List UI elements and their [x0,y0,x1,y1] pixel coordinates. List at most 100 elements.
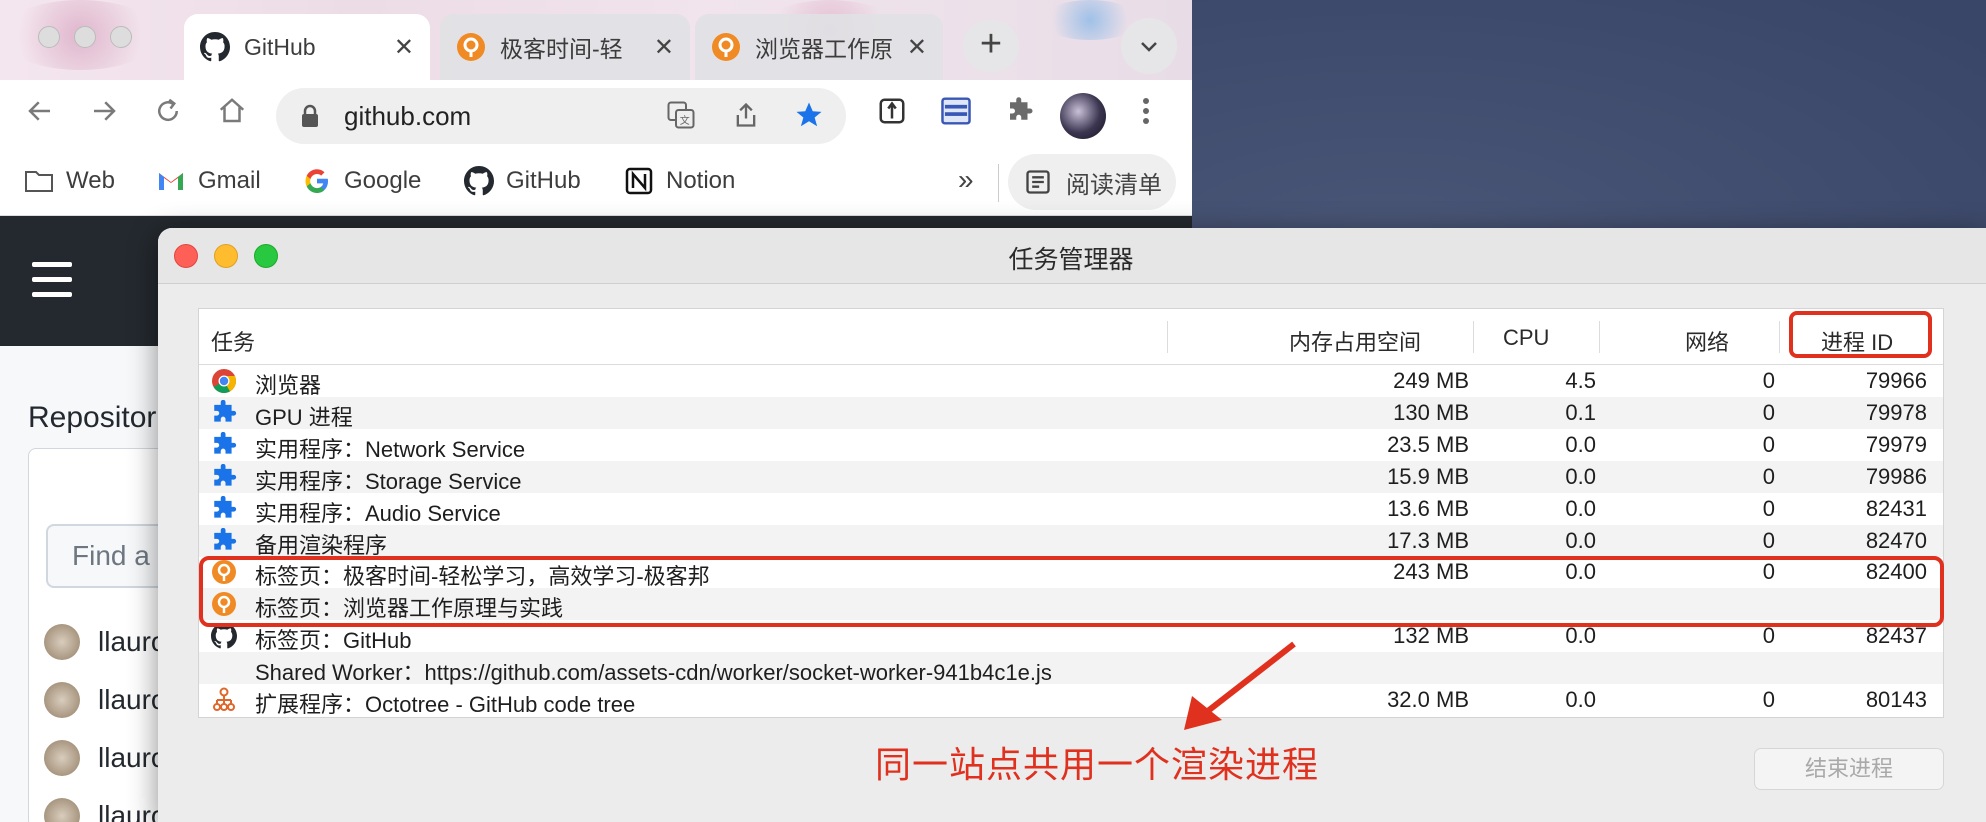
bookmark-google[interactable]: Google [302,166,421,196]
forward-button[interactable] [84,96,124,136]
repository-list-item[interactable]: llauro [44,624,166,660]
extension-reader-icon[interactable] [936,96,976,136]
table-row[interactable]: 备用渲染程序 17.3 MB 0.0 0 82470 [199,524,1943,558]
bookmarks-overflow-button[interactable]: » [958,164,974,196]
reading-list-label: 阅读清单 [1066,171,1162,199]
window-minimize-light[interactable] [74,26,96,48]
repository-owner: llauro [98,626,167,657]
repository-owner: llauro [98,684,167,715]
geektime-icon [457,33,485,61]
table-header: 任务 内存占用空间 CPU 网络 进程 ID [199,309,1943,365]
tab-close-icon[interactable]: ✕ [654,33,674,62]
puzzle-icon [211,431,237,458]
tab-geektime[interactable]: 极客时间-轻 ✕ [440,14,690,80]
network-usage: 0 [1762,368,1775,393]
tab-label: GitHub [244,33,316,60]
repository-list-item[interactable]: llauro [44,798,166,822]
task-name: Shared Worker：https://github.com/assets-… [255,660,1052,686]
table-row[interactable]: 实用程序：Storage Service 15.9 MB 0.0 0 79986 [199,460,1943,494]
bookmarks-bar: Web Gmail Google GitHub Notion » 阅读清单 [0,150,1192,216]
tab-close-icon[interactable]: ✕ [907,33,927,62]
network-usage: 0 [1762,623,1775,649]
avatar [44,798,80,822]
column-header-cpu[interactable]: CPU [1503,325,1549,351]
more-menu-icon[interactable] [1126,96,1166,136]
new-tab-button[interactable]: + [963,20,1019,72]
window-title: 任务管理器 [1008,246,1134,274]
memory-usage: 249 MB [1393,368,1469,393]
cpu-usage: 4.5 [1565,368,1596,393]
table-row[interactable]: 实用程序：Audio Service 13.6 MB 0.0 0 82431 [199,493,1943,526]
lock-icon [302,104,318,127]
cpu-usage: 0.1 [1565,399,1596,425]
extension-evernote-icon[interactable] [872,96,912,136]
github-icon [211,623,237,649]
process-id: 82431 [1865,495,1927,521]
end-process-button[interactable]: 结束进程 [1754,748,1944,790]
repository-list-item[interactable]: llauro [44,682,166,718]
table-row[interactable]: 浏览器 249 MB 4.5 0 79966 [199,365,1943,398]
avatar [44,740,80,776]
extensions-puzzle-icon[interactable] [1000,96,1040,136]
cpu-usage: 0.0 [1565,623,1596,649]
column-header-memory[interactable]: 内存占用空间 [1289,325,1421,357]
task-name: 实用程序：Storage Service [255,468,522,494]
bookmark-gmail[interactable]: Gmail [156,166,261,196]
column-header-task[interactable]: 任务 [211,325,255,357]
share-icon[interactable] [732,100,760,137]
chevron-down-icon [1141,42,1157,52]
task-name: 实用程序：Audio Service [255,500,501,526]
process-id: 79978 [1865,399,1927,425]
tab-github[interactable]: GitHub ✕ [184,14,430,80]
avatar [44,624,80,660]
repository-list-item[interactable]: llauro [44,740,166,776]
github-icon [464,166,494,196]
back-button[interactable] [20,96,60,136]
task-manager-titlebar: 任务管理器 [158,228,1986,284]
bookmark-label: Gmail [198,167,261,194]
window-close-light[interactable] [38,26,60,48]
hamburger-menu-icon[interactable] [32,262,72,307]
bookmark-label: Google [344,167,422,194]
arrow-left-icon [28,101,50,121]
home-button[interactable] [212,96,252,136]
task-name: 备用渲染程序 [255,532,388,558]
window-zoom-light[interactable] [110,26,132,48]
tab-browser-principles[interactable]: 浏览器工作原 ✕ [695,14,943,80]
tab-close-icon[interactable]: ✕ [394,33,414,62]
bookmark-notion[interactable]: Notion [624,166,735,196]
process-id: 82470 [1865,527,1927,553]
star-icon[interactable] [794,100,824,137]
reading-list-button[interactable]: 阅读清单 [1008,154,1176,210]
bookmark-github[interactable]: GitHub [464,166,581,196]
notion-icon [625,167,653,195]
memory-usage: 132 MB [1393,623,1469,649]
repositories-heading: Repositor [28,401,157,434]
table-row[interactable]: 实用程序：Network Service 23.5 MB 0.0 0 79979 [199,429,1943,462]
task-name: 实用程序：Network Service [255,436,526,462]
tab-strip: GitHub ✕ 极客时间-轻 ✕ 浏览器工作原 ✕ + [0,0,1192,80]
folder-icon [25,171,53,192]
task-name: 标签页：GitHub [255,628,412,654]
table-row[interactable]: Shared Worker：https://github.com/assets-… [199,652,1943,686]
tab-search-button[interactable] [1121,18,1177,74]
translate-icon[interactable]: 文 [666,100,696,137]
bookmark-web[interactable]: Web [24,166,115,196]
address-bar[interactable]: github.com 文 [276,88,846,144]
table-row[interactable]: 扩展程序：Octotree - GitHub code tree 32.0 MB 0… [199,684,1943,717]
network-usage: 0 [1762,687,1775,712]
column-header-network[interactable]: 网络 [1685,325,1729,357]
column-divider [1167,321,1168,353]
cpu-usage: 0.0 [1565,431,1596,457]
reading-list-icon [1026,170,1050,194]
table-row[interactable]: GPU 进程 130 MB 0.1 0 79978 [199,396,1943,430]
browser-toolbar: github.com 文 [0,80,1192,150]
reload-button[interactable] [148,96,188,136]
bookmark-label: GitHub [506,167,581,194]
arrow-right-icon [94,101,116,121]
profile-avatar[interactable] [1060,93,1106,139]
shared-process-rows-highlight [199,556,1944,627]
network-usage: 0 [1762,399,1775,425]
cpu-usage: 0.0 [1565,527,1596,553]
avatar [44,682,80,718]
